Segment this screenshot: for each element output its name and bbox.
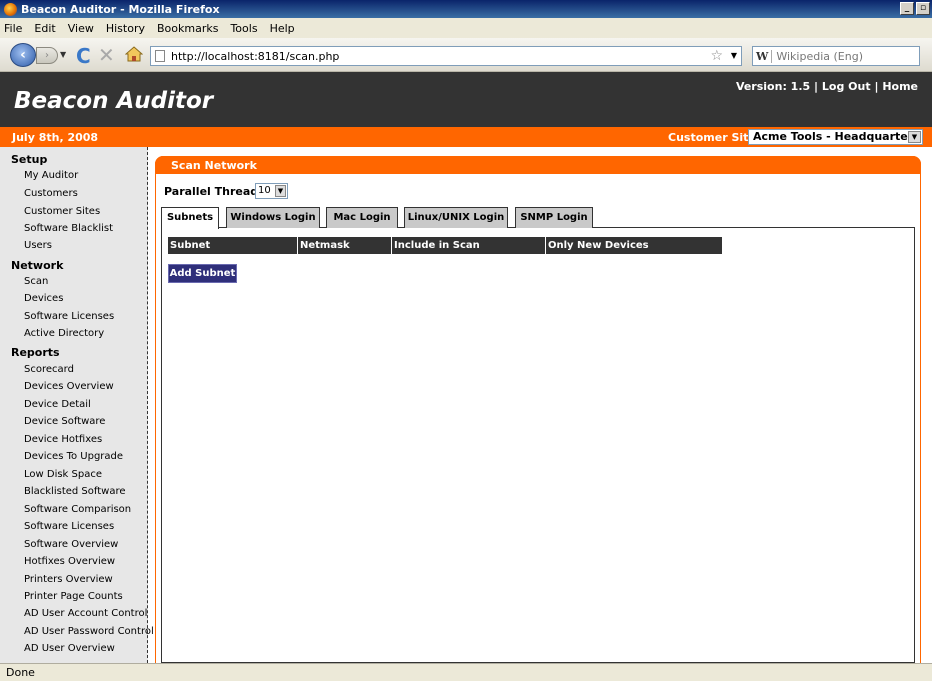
- url-text[interactable]: http://localhost:8181/scan.php: [171, 50, 339, 63]
- menu-history[interactable]: History: [106, 22, 145, 35]
- sidebar-item-scan[interactable]: Scan: [24, 276, 48, 287]
- menu-view[interactable]: View: [68, 22, 94, 35]
- wikipedia-icon[interactable]: W: [753, 49, 773, 63]
- sidebar-item-device-software[interactable]: Device Software: [24, 416, 105, 427]
- sidebar-heading-reports: Reports: [11, 346, 60, 359]
- tab-content: [161, 227, 915, 663]
- column-header-netmask: Netmask: [298, 237, 392, 254]
- minimize-button[interactable]: _: [900, 2, 914, 15]
- sidebar-item-software-overview[interactable]: Software Overview: [24, 539, 118, 550]
- window-titlebar: Beacon Auditor - Mozilla Firefox _ ▫: [0, 0, 932, 18]
- tab-mac-login[interactable]: Mac Login: [326, 207, 398, 228]
- customer-site-label: Customer Site:: [668, 131, 761, 144]
- sidebar-item-blacklisted-software[interactable]: Blacklisted Software: [24, 486, 126, 497]
- navigation-toolbar: ‹ › ▼ C ✕ http://localhost:8181/scan.php…: [0, 38, 932, 72]
- url-bar[interactable]: http://localhost:8181/scan.php ☆ ▼: [150, 46, 742, 66]
- parallel-threads-select[interactable]: 10 ▼: [255, 183, 288, 199]
- header-links: Version: 1.5 | Log Out | Home: [736, 80, 918, 93]
- home-icon[interactable]: [125, 46, 143, 62]
- sidebar-item-scorecard[interactable]: Scorecard: [24, 364, 74, 375]
- chevron-down-icon[interactable]: ▼: [275, 185, 286, 197]
- page-icon: [155, 50, 165, 62]
- parallel-threads-value: 10: [258, 185, 271, 196]
- menu-bookmarks[interactable]: Bookmarks: [157, 22, 218, 35]
- history-dropdown-icon[interactable]: ▼: [60, 50, 66, 59]
- sidebar-item-software-comparison[interactable]: Software Comparison: [24, 504, 131, 515]
- sidebar-item-software-licenses-report[interactable]: Software Licenses: [24, 521, 114, 532]
- menu-file[interactable]: File: [4, 22, 22, 35]
- column-header-include-in-scan: Include in Scan: [392, 237, 546, 254]
- sidebar-item-customers[interactable]: Customers: [24, 188, 78, 199]
- sidebar-item-ad-user-account-control[interactable]: AD User Account Control: [24, 608, 147, 619]
- tab-windows-login[interactable]: Windows Login: [226, 207, 320, 228]
- sidebar-heading-network: Network: [11, 259, 64, 272]
- tab-subnets[interactable]: Subnets: [161, 207, 219, 229]
- window-controls: _ ▫: [900, 2, 930, 15]
- menu-edit[interactable]: Edit: [34, 22, 55, 35]
- search-placeholder: Wikipedia (Eng): [776, 49, 863, 63]
- sidebar-item-ad-user-overview[interactable]: AD User Overview: [24, 643, 115, 654]
- sidebar-item-users[interactable]: Users: [24, 240, 52, 251]
- sidebar-item-low-disk-space[interactable]: Low Disk Space: [24, 469, 102, 480]
- sidebar-item-devices-to-upgrade[interactable]: Devices To Upgrade: [24, 451, 123, 462]
- panel-header: [155, 156, 921, 174]
- reload-icon[interactable]: C: [76, 44, 91, 68]
- star-icon[interactable]: ☆: [710, 48, 723, 64]
- sidebar-item-customer-sites[interactable]: Customer Sites: [24, 206, 100, 217]
- parallel-threads-label: Parallel Threads:: [164, 185, 270, 198]
- url-dropdown-icon[interactable]: ▼: [731, 51, 737, 60]
- chevron-down-icon[interactable]: ▼: [908, 131, 921, 143]
- maximize-button[interactable]: ▫: [916, 2, 930, 15]
- current-date: July 8th, 2008: [12, 131, 99, 144]
- version-text: Version: 1.5: [735, 80, 811, 93]
- sidebar-item-ad-user-password-control[interactable]: AD User Password Control: [24, 626, 154, 637]
- sidebar-item-printer-page-counts[interactable]: Printer Page Counts: [24, 591, 123, 602]
- sidebar-heading-setup: Setup: [11, 153, 48, 166]
- window-title: Beacon Auditor - Mozilla Firefox: [21, 2, 220, 16]
- stop-icon[interactable]: ✕: [98, 43, 115, 67]
- forward-icon[interactable]: ›: [36, 47, 58, 64]
- sidebar-item-device-hotfixes[interactable]: Device Hotfixes: [24, 434, 102, 445]
- back-icon[interactable]: ‹: [10, 43, 36, 67]
- home-link[interactable]: Home: [882, 80, 918, 93]
- firefox-icon: [4, 2, 17, 16]
- app-title: Beacon Auditor: [14, 88, 214, 114]
- sidebar-item-active-directory[interactable]: Active Directory: [24, 328, 104, 339]
- sidebar-item-devices-overview[interactable]: Devices Overview: [24, 381, 114, 392]
- sidebar-item-device-detail[interactable]: Device Detail: [24, 399, 91, 410]
- sidebar-item-my-auditor[interactable]: My Auditor: [24, 170, 78, 181]
- panel-title: Scan Network: [171, 159, 257, 172]
- menu-tools[interactable]: Tools: [230, 22, 257, 35]
- sidebar-item-hotfixes-overview[interactable]: Hotfixes Overview: [24, 556, 115, 567]
- menu-bar: File Edit View History Bookmarks Tools H…: [0, 18, 932, 38]
- customer-site-select[interactable]: Acme Tools - Headquarters ▼: [748, 129, 923, 145]
- sidebar-item-software-licenses[interactable]: Software Licenses: [24, 311, 114, 322]
- column-header-subnet: Subnet: [168, 237, 298, 254]
- status-bar: Done: [0, 663, 932, 681]
- separator: |: [874, 80, 879, 93]
- column-header-only-new-devices: Only New Devices: [548, 240, 649, 251]
- search-input[interactable]: W Wikipedia (Eng): [752, 46, 920, 66]
- sidebar-item-devices[interactable]: Devices: [24, 293, 63, 304]
- menu-help[interactable]: Help: [270, 22, 295, 35]
- tab-snmp-login[interactable]: SNMP Login: [515, 207, 593, 228]
- sidebar-item-software-blacklist[interactable]: Software Blacklist: [24, 223, 113, 234]
- separator: |: [814, 80, 819, 93]
- logout-link[interactable]: Log Out: [822, 80, 871, 93]
- customer-site-value: Acme Tools - Headquarters: [753, 130, 920, 143]
- add-subnet-button[interactable]: Add Subnet: [168, 264, 237, 283]
- subnets-table-header: Subnet Netmask Include in Scan Only New …: [168, 237, 722, 254]
- tab-linux-unix-login[interactable]: Linux/UNIX Login: [404, 207, 508, 228]
- sidebar-item-printers-overview[interactable]: Printers Overview: [24, 574, 113, 585]
